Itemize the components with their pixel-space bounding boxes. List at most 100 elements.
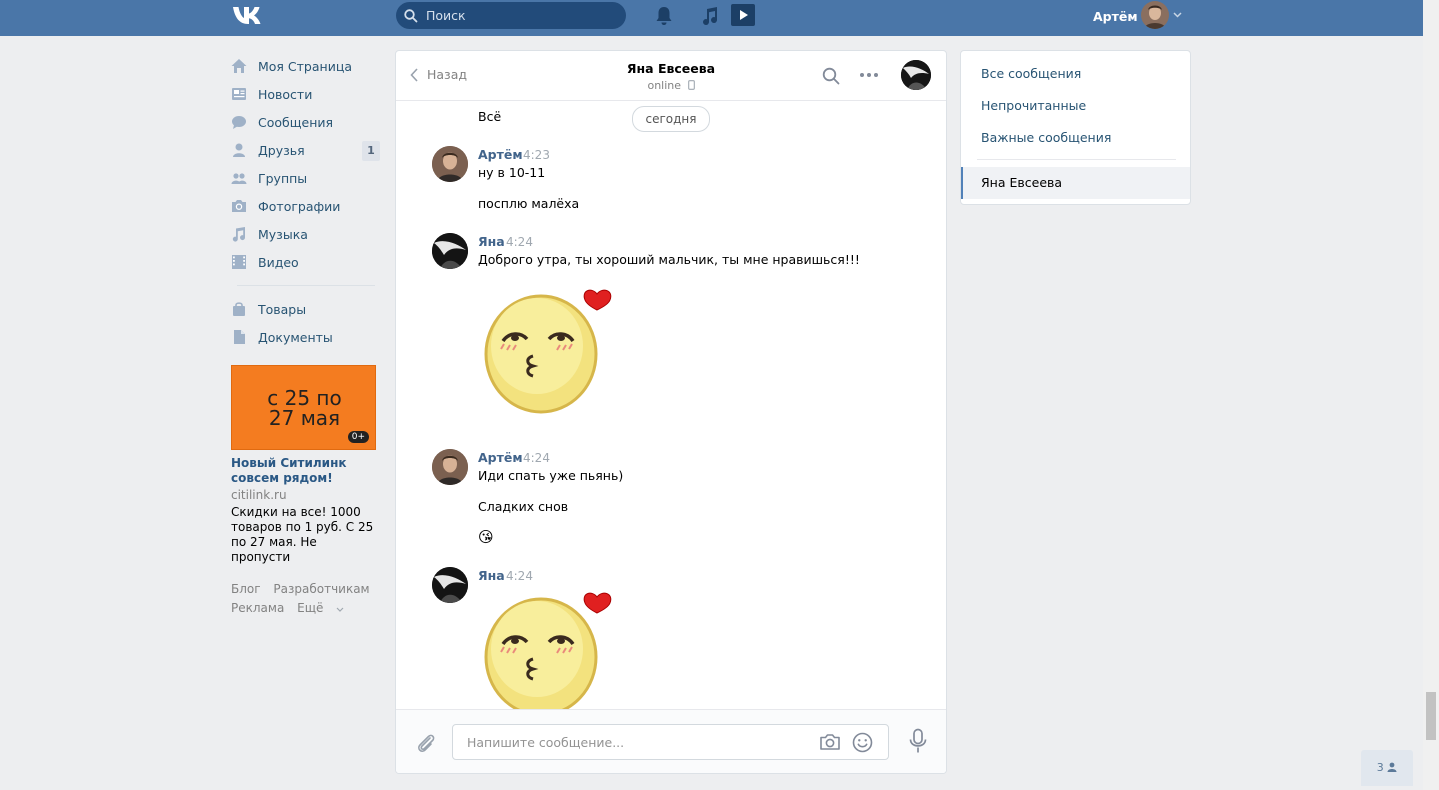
message-text: посплю малёха (478, 196, 580, 211)
mobile-icon (687, 80, 695, 90)
nav-item-groups[interactable]: Группы (231, 164, 381, 192)
ad-description[interactable]: Скидки на все! 1000 товаров по 1 руб. С … (231, 505, 379, 565)
nav-divider (237, 285, 375, 286)
user-name[interactable]: Артём (1093, 9, 1138, 24)
footer-links: Блог Разработчикам Реклама Ещё (231, 580, 381, 618)
nav-item-friends[interactable]: Друзья 1 (231, 136, 381, 164)
chevron-down-icon[interactable] (1173, 12, 1182, 18)
friends-icon (233, 143, 245, 157)
nav-label: Товары (258, 301, 307, 317)
message-time[interactable]: 4:24 (523, 451, 550, 465)
nav-item-messages[interactable]: Сообщения (231, 108, 381, 136)
vk-logo[interactable] (231, 4, 265, 26)
nav-item-music[interactable]: Музыка (231, 220, 381, 248)
nav-label: Сообщения (258, 114, 334, 130)
page-scrollbar[interactable] (1423, 0, 1439, 790)
message-input[interactable] (465, 734, 809, 751)
filters-divider (977, 159, 1176, 160)
message-author[interactable]: Яна (478, 568, 505, 583)
message-time[interactable]: 4:24 (506, 235, 533, 249)
ad-banner[interactable]: с 25 по 27 мая 0+ (231, 365, 376, 450)
friends-badge[interactable]: 1 (362, 141, 380, 161)
message-text: Доброго утра, ты хороший мальчик, ты мне… (478, 252, 860, 267)
message-filters: Все сообщения Непрочитанные Важные сообщ… (960, 50, 1191, 205)
footer-link-developers[interactable]: Разработчикам (273, 582, 369, 596)
kiss-sticker[interactable] (481, 286, 616, 416)
attach-icon[interactable] (416, 732, 436, 754)
nav-label: Фотографии (258, 198, 341, 214)
nav-label: Группы (258, 170, 308, 186)
top-header: Артём (0, 0, 1423, 36)
author-avatar[interactable] (432, 233, 468, 269)
messages-icon (232, 116, 246, 129)
message-text: ну в 10-11 (478, 165, 546, 180)
chat-header: Назад Яна Евсеева online (396, 51, 946, 101)
scrollbar-thumb[interactable] (1426, 692, 1436, 740)
nav-label: Видео (258, 254, 299, 270)
friends-online-button[interactable]: 3 (1361, 750, 1413, 786)
nav-label: Друзья (258, 142, 305, 158)
video-play-icon[interactable] (731, 4, 755, 26)
bag-icon (233, 302, 245, 316)
filter-unread[interactable]: Непрочитанные (981, 98, 1086, 113)
search-icon[interactable] (822, 67, 840, 85)
person-icon (1387, 762, 1397, 772)
footer-more-label: Ещё (297, 601, 324, 615)
nav-item-news[interactable]: Новости (231, 80, 381, 108)
nav-label: Музыка (258, 226, 308, 242)
video-icon (232, 255, 246, 269)
chevron-down-icon (336, 607, 344, 612)
nav-item-photos[interactable]: Фотографии (231, 192, 381, 220)
active-conversation-tab[interactable]: Яна Евсеева (961, 167, 1190, 199)
microphone-icon[interactable] (908, 728, 928, 754)
left-navigation: Моя Страница Новости Сообщения Друзья 1 … (231, 52, 381, 351)
footer-link-blog[interactable]: Блог (231, 582, 261, 596)
nav-label: Моя Страница (258, 58, 352, 74)
message-text: Всё (478, 109, 502, 124)
filter-important[interactable]: Важные сообщения (981, 130, 1111, 145)
author-avatar[interactable] (432, 449, 468, 485)
ad-domain[interactable]: citilink.ru (231, 488, 287, 502)
footer-link-more[interactable]: Ещё (297, 601, 344, 615)
user-avatar[interactable] (1141, 1, 1169, 29)
nav-item-documents[interactable]: Документы (231, 323, 381, 351)
camera-icon (232, 200, 246, 212)
nav-item-market[interactable]: Товары (231, 295, 381, 323)
age-rating-badge: 0+ (347, 431, 369, 443)
message-author[interactable]: Яна (478, 234, 505, 249)
more-icon[interactable] (859, 72, 879, 78)
peer-status-text: online (647, 79, 682, 92)
message-input-box[interactable] (452, 724, 889, 760)
filter-all-messages[interactable]: Все сообщения (981, 66, 1081, 81)
author-avatar[interactable] (432, 146, 468, 182)
ad-banner-line2: 27 мая (268, 406, 341, 430)
message-history[interactable]: Всё сегодня Артём 4:23 ну в 10-11 посплю… (396, 101, 946, 709)
author-avatar[interactable] (432, 567, 468, 603)
message-time[interactable]: 4:24 (506, 569, 533, 583)
friends-online-count: 3 (1376, 761, 1384, 774)
message-text: Иди спать уже пьянь) (478, 468, 624, 483)
kiss-sticker[interactable] (481, 589, 616, 709)
smile-icon[interactable] (852, 732, 873, 753)
music-icon (232, 227, 246, 242)
music-player-icon[interactable] (702, 6, 718, 26)
kiss-emoji: 😘 (478, 528, 494, 546)
nav-label: Новости (258, 86, 313, 102)
nav-item-my-page[interactable]: Моя Страница (231, 52, 381, 80)
search-input[interactable] (424, 7, 618, 24)
camera-icon[interactable] (819, 733, 841, 751)
groups-icon (231, 173, 247, 184)
search-icon (404, 8, 418, 22)
ad-banner-text: с 25 по 27 мая (232, 388, 377, 428)
search-box[interactable] (396, 2, 626, 29)
nav-item-video[interactable]: Видео (231, 248, 381, 276)
nav-label: Документы (258, 329, 333, 345)
message-time[interactable]: 4:23 (523, 148, 550, 162)
bell-icon[interactable] (655, 6, 673, 26)
chat-panel: Назад Яна Евсеева online Всё сегодня Арт… (395, 50, 947, 774)
footer-link-ads[interactable]: Реклама (231, 601, 284, 615)
message-author[interactable]: Артём (478, 450, 523, 465)
message-author[interactable]: Артём (478, 147, 523, 162)
peer-avatar[interactable] (901, 60, 931, 90)
ad-title[interactable]: Новый Ситилинк совсем рядом! (231, 456, 381, 486)
